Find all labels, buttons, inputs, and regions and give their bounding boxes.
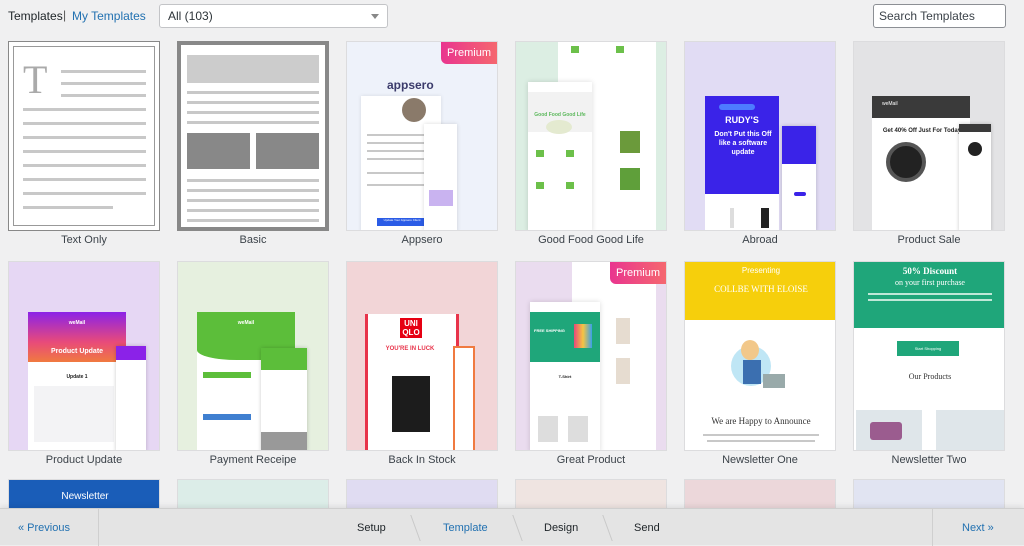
step-setup[interactable]: Setup [357,522,386,534]
woo-logo [870,422,902,440]
template-name: Back In Stock [388,454,456,466]
template-name: Newsletter Two [891,454,967,466]
brand: RUDY'S [725,115,759,125]
template-name: Good Food Good Life [538,234,644,246]
headline: COLLBE WITH ELOISE [714,284,808,294]
template-thumbnail[interactable]: FREE SHIPPING T-Shirt Premium [515,261,667,451]
template-thumbnail[interactable]: Good Food Good Life [515,41,667,231]
brand: weMail [882,101,898,107]
template-name: Product Update [45,454,123,466]
subheadline: Update 1 [66,374,88,380]
headline: Don't Put this Off like a software updat… [714,131,772,156]
template-thumbnail[interactable]: weMail Get 40% Off Just For Today [853,41,1005,231]
chevron-right-icon [593,515,613,541]
chevron-right-icon [401,515,421,541]
template-name: Product Sale [897,234,961,246]
template-name: Basic [239,234,267,246]
template-name: Great Product [556,454,626,466]
chevron-down-icon [371,14,379,19]
tab-templates[interactable]: Templates [8,9,63,23]
subheadline: T-Shirt [558,374,572,379]
template-thumbnail[interactable]: RUDY'S Don't Put this Off like a softwar… [684,41,836,231]
subheadline: We are Happy to Announce [711,416,811,426]
step-template[interactable]: Template [443,522,488,534]
headline: FREE SHIPPING [534,328,565,333]
template-thumbnail[interactable]: appsero Update Your Appsero Client Premi… [346,41,498,231]
headline: 50% Discount [902,266,958,276]
template-thumbnail[interactable]: 50% Discount on your first purchase Star… [853,261,1005,451]
brand: weMail [237,320,255,326]
template-name: Payment Receipe [209,454,297,466]
template-name: Newsletter One [722,454,798,466]
premium-badge: Premium [609,262,666,284]
step-send[interactable]: Send [634,522,660,534]
avatar [402,98,426,122]
template-name: Text Only [61,234,107,246]
kicker: on your first purchase [895,278,965,287]
brand-logo: UNIQLO [400,318,422,338]
template-name: Abroad [742,234,778,246]
text-icon: T [23,57,48,102]
template-thumbnail[interactable]: UNIQLO YOU'RE IN LUCK [346,261,498,451]
brand-logo: appsero [387,78,434,92]
tab-separator: | [63,8,67,22]
headline: Product Update [50,348,104,355]
tab-my-templates[interactable]: My Templates [72,9,146,23]
kicker: Presenting [741,266,781,275]
chevron-right-icon [503,515,523,541]
brand: weMail [68,320,86,326]
template-thumbnail[interactable] [177,41,329,231]
search-templates-input[interactable] [873,4,1006,28]
headline: Good Food Good Life [534,112,586,118]
template-name: Appsero [401,234,443,246]
template-thumbnail[interactable]: weMail [177,261,329,451]
step-design[interactable]: Design [544,522,578,534]
top-bar: Templates | My Templates All (103) [0,0,1024,36]
previous-button[interactable]: « Previous [0,509,99,546]
headline: YOU'RE IN LUCK [385,346,435,352]
category-filter-select[interactable]: All (103) [159,4,388,28]
next-button[interactable]: Next » [932,509,1024,546]
wizard-footer: « Previous Setup Template Design Send Ne… [0,508,1024,546]
update-button-preview: Update Your Appsero Client [377,218,427,226]
subheadline: Our Products [908,372,952,381]
filter-value: All (103) [168,9,213,23]
headline: Get 40% Off Just For Today [882,128,962,134]
headline: Newsletter [61,491,109,502]
template-thumbnail[interactable]: weMail Product Update Update 1 [8,261,160,451]
template-thumbnail[interactable]: T [8,41,160,231]
start-shopping-preview: Start Shopping [897,341,959,356]
template-thumbnail[interactable]: Presenting COLLBE WITH ELOISE We are Hap… [684,261,836,451]
premium-badge: Premium [440,42,497,64]
